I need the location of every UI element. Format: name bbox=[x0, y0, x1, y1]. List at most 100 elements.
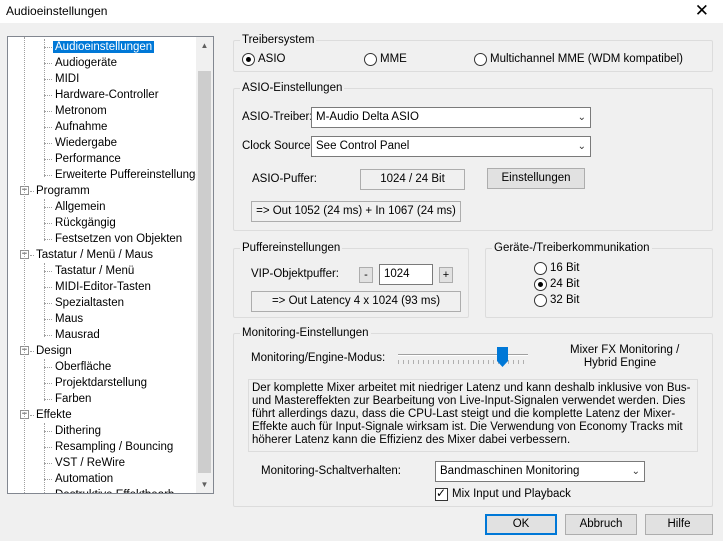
asio-group: ASIO-Einstellungen ASIO-Treiber: M-Audio… bbox=[233, 81, 713, 231]
clock-source-label: Clock Source: bbox=[242, 140, 314, 152]
vip-buffer-input[interactable]: 1024 bbox=[379, 264, 433, 285]
tree-guide-line bbox=[44, 199, 45, 241]
tree-item[interactable]: Aufnahme bbox=[53, 119, 109, 135]
tree-item[interactable]: Tastatur / Menü bbox=[53, 263, 136, 279]
tree-item-label: Maus bbox=[55, 313, 84, 325]
tree-item[interactable]: Allgemein bbox=[53, 199, 108, 215]
tree-item-label: Tastatur / Menü bbox=[55, 265, 135, 277]
tree-item[interactable]: Programm bbox=[34, 183, 92, 199]
tree-item-label: Design bbox=[36, 345, 72, 357]
driver-radio[interactable] bbox=[474, 53, 487, 66]
asio-driver-label: ASIO-Treiber: bbox=[242, 111, 313, 123]
tree-connector bbox=[44, 335, 52, 336]
tree-connector bbox=[30, 415, 34, 416]
tree-item[interactable]: Audiogeräte bbox=[53, 55, 119, 71]
tree-item[interactable]: Mausrad bbox=[53, 327, 102, 343]
tree-connector bbox=[30, 255, 34, 256]
chevron-down-icon: ⌄ bbox=[577, 112, 586, 123]
tree-connector bbox=[44, 319, 52, 320]
tree-item[interactable]: Performance bbox=[53, 151, 123, 167]
tree-connector bbox=[44, 127, 52, 128]
tree-connector bbox=[44, 95, 52, 96]
tree-item[interactable]: Maus bbox=[53, 311, 85, 327]
tree-item[interactable]: Spezialtasten bbox=[53, 295, 126, 311]
tree-item[interactable]: Tastatur / Menü / Maus bbox=[34, 247, 155, 263]
tree-item[interactable]: Metronom bbox=[53, 103, 109, 119]
tree-item-label: MIDI-Editor-Tasten bbox=[55, 281, 151, 293]
buffer-latency-readout: => Out Latency 4 x 1024 (93 ms) bbox=[251, 291, 461, 312]
driver-radio[interactable] bbox=[242, 53, 255, 66]
monitoring-title: Monitoring-Einstellungen bbox=[240, 326, 371, 340]
driver-radio-label: Multichannel MME (WDM kompatibel) bbox=[490, 53, 683, 65]
tree-connector bbox=[44, 175, 52, 176]
tree-item[interactable]: Effekte bbox=[34, 407, 74, 423]
tree-guide-line bbox=[44, 423, 45, 493]
scroll-thumb[interactable] bbox=[198, 71, 211, 473]
tree-item[interactable]: MIDI bbox=[53, 71, 81, 87]
tree-item[interactable]: Audioeinstellungen bbox=[53, 39, 155, 55]
cancel-button[interactable]: Abbruch bbox=[565, 514, 637, 535]
tree-item[interactable]: Erweiterte Puffereinstellungen bbox=[53, 167, 198, 183]
tree-item[interactable]: Dithering bbox=[53, 423, 103, 439]
bit-depth-label: 24 Bit bbox=[550, 278, 580, 290]
tree-connector bbox=[44, 287, 52, 288]
geraete-group: Geräte-/Treiberkommunikation 16 Bit 24 Bi… bbox=[485, 241, 713, 318]
tree-connector bbox=[44, 239, 52, 240]
tree-item[interactable]: Oberfläche bbox=[53, 359, 113, 375]
tree-item[interactable]: Hardware-Controller bbox=[53, 87, 161, 103]
help-button[interactable]: Hilfe bbox=[645, 514, 713, 535]
clock-source-value: See Control Panel bbox=[316, 140, 410, 152]
increment-button[interactable]: + bbox=[439, 267, 453, 283]
bit-depth-radio[interactable] bbox=[534, 278, 547, 291]
tree-item-label: Farben bbox=[55, 393, 92, 405]
clock-source-select[interactable]: See Control Panel ⌄ bbox=[311, 136, 591, 157]
tree-connector bbox=[44, 143, 52, 144]
tree-connector bbox=[44, 383, 52, 384]
tree-item[interactable]: Farben bbox=[53, 391, 93, 407]
tree-item[interactable]: Destruktive Effektbearb. bbox=[53, 487, 180, 493]
settings-tree[interactable]: Audioeinstellungen Audiogeräte MIDI Hardwar… bbox=[7, 36, 214, 494]
asio-driver-select[interactable]: M-Audio Delta ASIO ⌄ bbox=[311, 107, 591, 128]
asio-buffer-label: ASIO-Puffer: bbox=[252, 173, 317, 185]
tree-guide-line bbox=[24, 37, 25, 493]
ok-button[interactable]: OK bbox=[485, 514, 557, 535]
tree-item-label: Resampling / Bouncing bbox=[55, 441, 174, 453]
close-icon[interactable]: ✕ bbox=[695, 1, 709, 21]
tree-connector bbox=[30, 351, 34, 352]
scroll-up-icon[interactable]: ▲ bbox=[196, 37, 213, 54]
bit-depth-radio[interactable] bbox=[534, 294, 547, 307]
vip-buffer-label: VIP-Objektpuffer: bbox=[251, 268, 339, 280]
tree-item-label: Tastatur / Menü / Maus bbox=[36, 249, 153, 261]
tree-item[interactable]: Festsetzen von Objekten bbox=[53, 231, 184, 247]
tree-item-label: Allgemein bbox=[55, 201, 106, 213]
tree-item[interactable]: Rückgängig bbox=[53, 215, 118, 231]
driver-radio[interactable] bbox=[364, 53, 377, 66]
scroll-down-icon[interactable]: ▼ bbox=[196, 476, 213, 493]
tree-item[interactable]: Projektdarstellung bbox=[53, 375, 149, 391]
tree-item[interactable]: Design bbox=[34, 343, 74, 359]
tree-item-label: Spezialtasten bbox=[55, 297, 125, 309]
decrement-button[interactable]: - bbox=[359, 267, 373, 283]
slider-thumb[interactable] bbox=[497, 347, 508, 367]
tree-connector bbox=[44, 367, 52, 368]
bit-depth-label: 32 Bit bbox=[550, 294, 580, 306]
puffer-group: Puffereinstellungen VIP-Objektpuffer: - … bbox=[233, 241, 469, 318]
einstellungen-button[interactable]: Einstellungen bbox=[487, 168, 585, 189]
tree-item-label: Hardware-Controller bbox=[55, 89, 159, 101]
bit-depth-radio[interactable] bbox=[534, 262, 547, 275]
monitoring-group: Monitoring-Einstellungen Monitoring/Engi… bbox=[233, 326, 713, 507]
tree-item[interactable]: Resampling / Bouncing bbox=[53, 439, 175, 455]
monitoring-behavior-select[interactable]: Bandmaschinen Monitoring ⌄ bbox=[435, 461, 645, 482]
tree-item-label: Projektdarstellung bbox=[55, 377, 148, 389]
tree-item[interactable]: MIDI-Editor-Tasten bbox=[53, 279, 153, 295]
tree-item[interactable]: Automation bbox=[53, 471, 115, 487]
geraete-title: Geräte-/Treiberkommunikation bbox=[492, 241, 652, 255]
tree-item-label: Erweiterte Puffereinstellungen bbox=[55, 169, 198, 181]
chevron-down-icon: ⌄ bbox=[631, 466, 640, 477]
tree-item-label: Automation bbox=[55, 473, 114, 485]
mix-input-checkbox[interactable] bbox=[435, 486, 448, 501]
tree-scrollbar[interactable]: ▲ ▼ bbox=[196, 37, 213, 493]
puffer-title: Puffereinstellungen bbox=[240, 241, 343, 255]
tree-item[interactable]: Wiedergabe bbox=[53, 135, 119, 151]
tree-item[interactable]: VST / ReWire bbox=[53, 455, 127, 471]
